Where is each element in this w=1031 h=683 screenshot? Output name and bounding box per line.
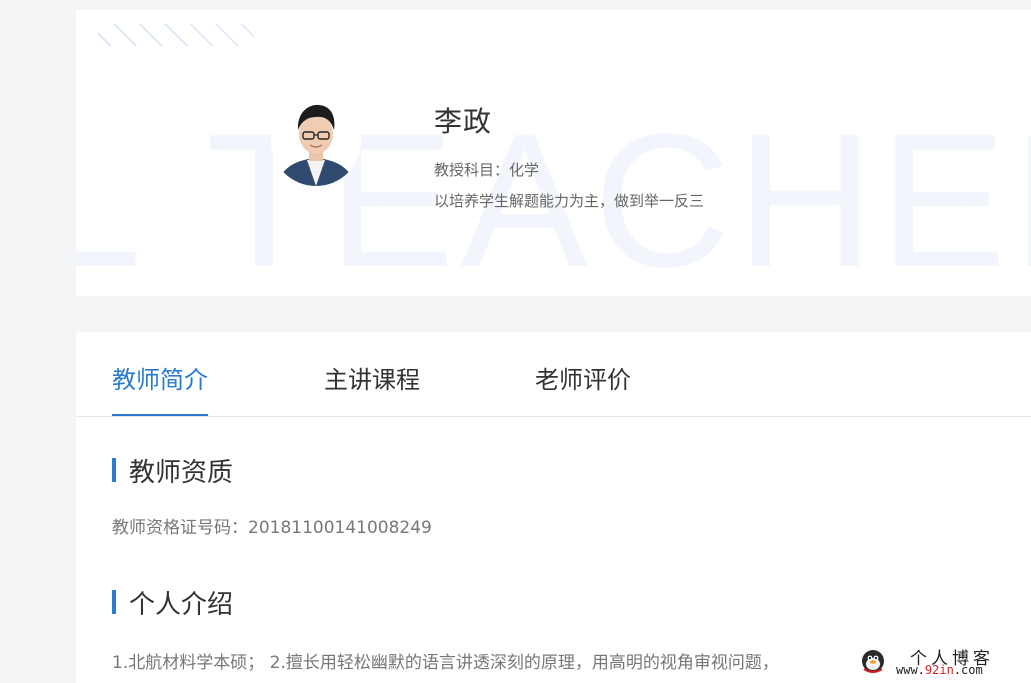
section-marker [112,458,116,482]
tab-bar: 教师简介 主讲课程 老师评价 [76,332,1031,417]
section-title-intro: 个人介绍 [112,584,233,621]
decorative-hatch [98,24,254,46]
active-tab-indicator [112,414,208,416]
teacher-avatar [271,96,361,186]
certificate-number: 教师资格证号码：20181100141008249 [112,518,432,538]
tab-reviews[interactable]: 老师评价 [535,360,631,395]
teacher-subject: 教授科目：化学 [434,161,540,179]
background-watermark-fragment: L [76,95,142,296]
teacher-motto: 以培养学生解题能力为主，做到举一反三 [434,192,705,210]
blog-watermark: 个人博客 www.92in.com [860,644,1030,680]
teacher-detail-card: 教师简介 主讲课程 老师评价 教师资质 教师资格证号码：201811001410… [76,332,1031,683]
teacher-name: 李政 [434,105,493,138]
section-title-text: 教师资质 [129,458,234,488]
intro-text: 1.北航材料学本硕； 2.擅长用轻松幽默的语言讲透深刻的原理，用高明的视角审视问… [112,653,779,673]
section-title-qualification: 教师资质 [112,452,233,489]
blog-url: www.92in.com [896,663,983,677]
tab-teacher-intro[interactable]: 教师简介 [112,360,208,395]
mascot-icon [862,650,884,673]
tab-courses[interactable]: 主讲课程 [324,360,420,395]
teacher-header-card: L TEACHER 李政 [76,10,1031,296]
section-marker [112,590,116,614]
page: L TEACHER 李政 [0,0,1031,683]
section-title-text: 个人介绍 [129,590,234,620]
